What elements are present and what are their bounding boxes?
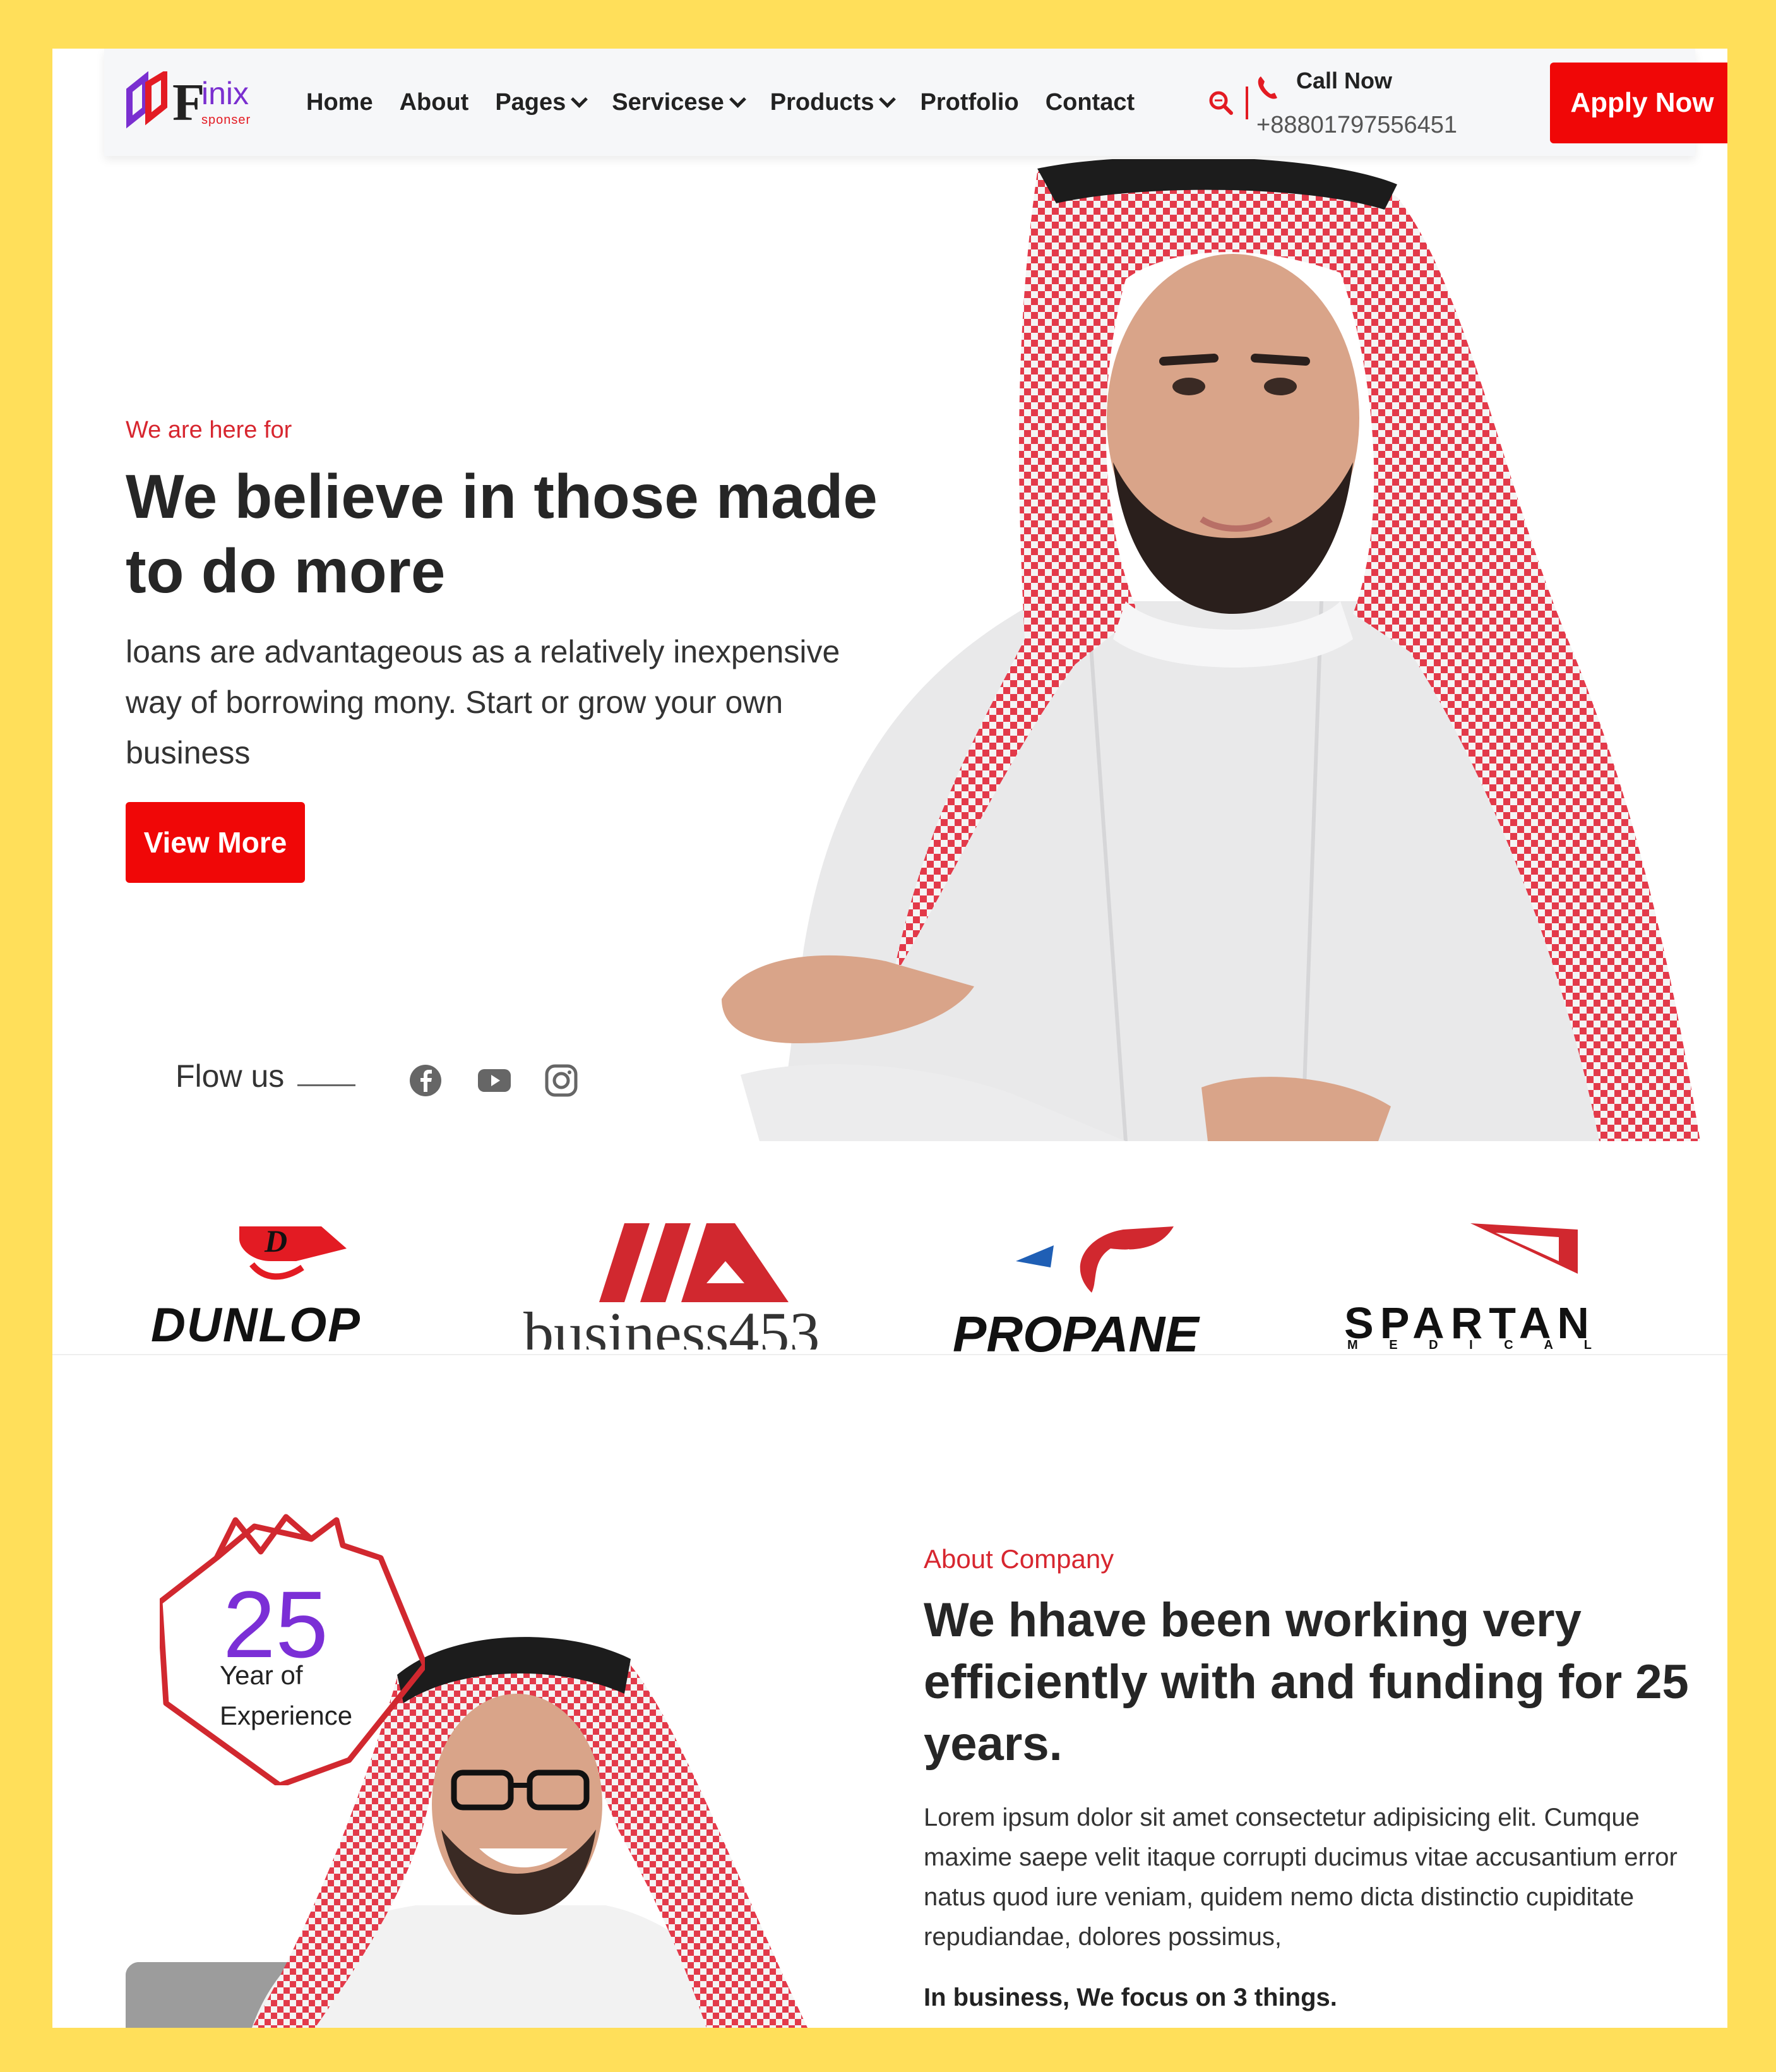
business453-logo-icon: [599, 1223, 789, 1302]
brand-logos: D DUNLOP business453 PROPANE SPARTAN M E…: [126, 1223, 1698, 1362]
nav-protfolio[interactable]: Protfolio: [920, 89, 1018, 116]
brand-spartan[interactable]: SPARTAN M E D I C A L: [1344, 1223, 1698, 1352]
nav-about[interactable]: About: [400, 89, 469, 116]
navbar: F inix sponser Home About Pages Services…: [104, 49, 1727, 156]
main-menu: Home About Pages Servicese Products Prot…: [306, 49, 1161, 156]
apply-now-button[interactable]: Apply Now: [1550, 63, 1727, 143]
about-title: We hhave been working very efficiently w…: [924, 1593, 1689, 1771]
svg-text:D: D: [264, 1223, 287, 1259]
facebook-icon[interactable]: [408, 1063, 443, 1098]
follow-label: Flow us: [176, 1058, 285, 1094]
hero-eyebrow: We are here for: [126, 417, 292, 443]
spartan-logo-icon: [1470, 1223, 1578, 1274]
nav-protfolio-label: Protfolio: [920, 88, 1019, 116]
brand-dunlop[interactable]: D DUNLOP: [126, 1223, 479, 1352]
dunlop-logo-icon: D: [239, 1223, 347, 1280]
section-divider: [52, 1354, 1727, 1355]
brand-business453[interactable]: business453: [523, 1223, 890, 1350]
page: F inix sponser Home About Pages Services…: [52, 49, 1727, 2028]
logo-mark-icon: [126, 71, 167, 129]
dunlop-text: DUNLOP: [151, 1298, 361, 1352]
chevron-down-icon: [571, 90, 588, 108]
search-icon[interactable]: [1206, 88, 1236, 118]
business453-text: business453: [523, 1300, 820, 1350]
call-number[interactable]: +88801797556451: [1256, 112, 1457, 139]
instagram-icon[interactable]: [544, 1063, 579, 1098]
propane-logo-icon: [1016, 1226, 1174, 1293]
nav-pages-label: Pages: [495, 88, 566, 116]
nav-products-label: Products: [770, 88, 874, 116]
logo-name: inix: [201, 76, 249, 111]
logo-letter: F: [172, 73, 205, 132]
experience-label-line1: Year of: [220, 1660, 303, 1690]
about-text: Lorem ipsum dolor sit amet consectetur a…: [924, 1804, 1678, 1951]
nav-divider: [1246, 87, 1248, 119]
nav-home-label: Home: [306, 88, 373, 116]
nav-servicese-label: Servicese: [612, 88, 724, 116]
youtube-icon[interactable]: [477, 1063, 512, 1098]
follow-line: [297, 1084, 355, 1086]
chevron-down-icon: [729, 90, 746, 108]
brand-propane[interactable]: PROPANE: [946, 1223, 1300, 1362]
nav-about-label: About: [399, 88, 469, 116]
nav-contact[interactable]: Contact: [1046, 89, 1135, 116]
nav-contact-label: Contact: [1045, 88, 1135, 116]
experience-label-line2: Experience: [220, 1701, 353, 1730]
spartan-subtext: M E D I C A L: [1347, 1338, 1606, 1352]
about-focus: In business, We focus on 3 things.: [924, 1984, 1337, 2011]
nav-products[interactable]: Products: [770, 88, 897, 116]
nav-pages[interactable]: Pages: [495, 88, 588, 116]
experience-years: 25: [223, 1571, 328, 1677]
phone-icon: [1258, 76, 1277, 99]
about-eyebrow: About Company: [924, 1544, 1114, 1574]
nav-servicese[interactable]: Servicese: [612, 88, 746, 116]
logo[interactable]: F inix sponser: [123, 71, 268, 137]
call-now-label: Call Now: [1296, 68, 1393, 93]
chevron-down-icon: [879, 90, 897, 108]
nav-home[interactable]: Home: [306, 89, 373, 116]
logo-subtitle: sponser: [201, 113, 251, 127]
hero-person-image: [722, 159, 1700, 1141]
view-more-button[interactable]: View More: [126, 802, 305, 883]
